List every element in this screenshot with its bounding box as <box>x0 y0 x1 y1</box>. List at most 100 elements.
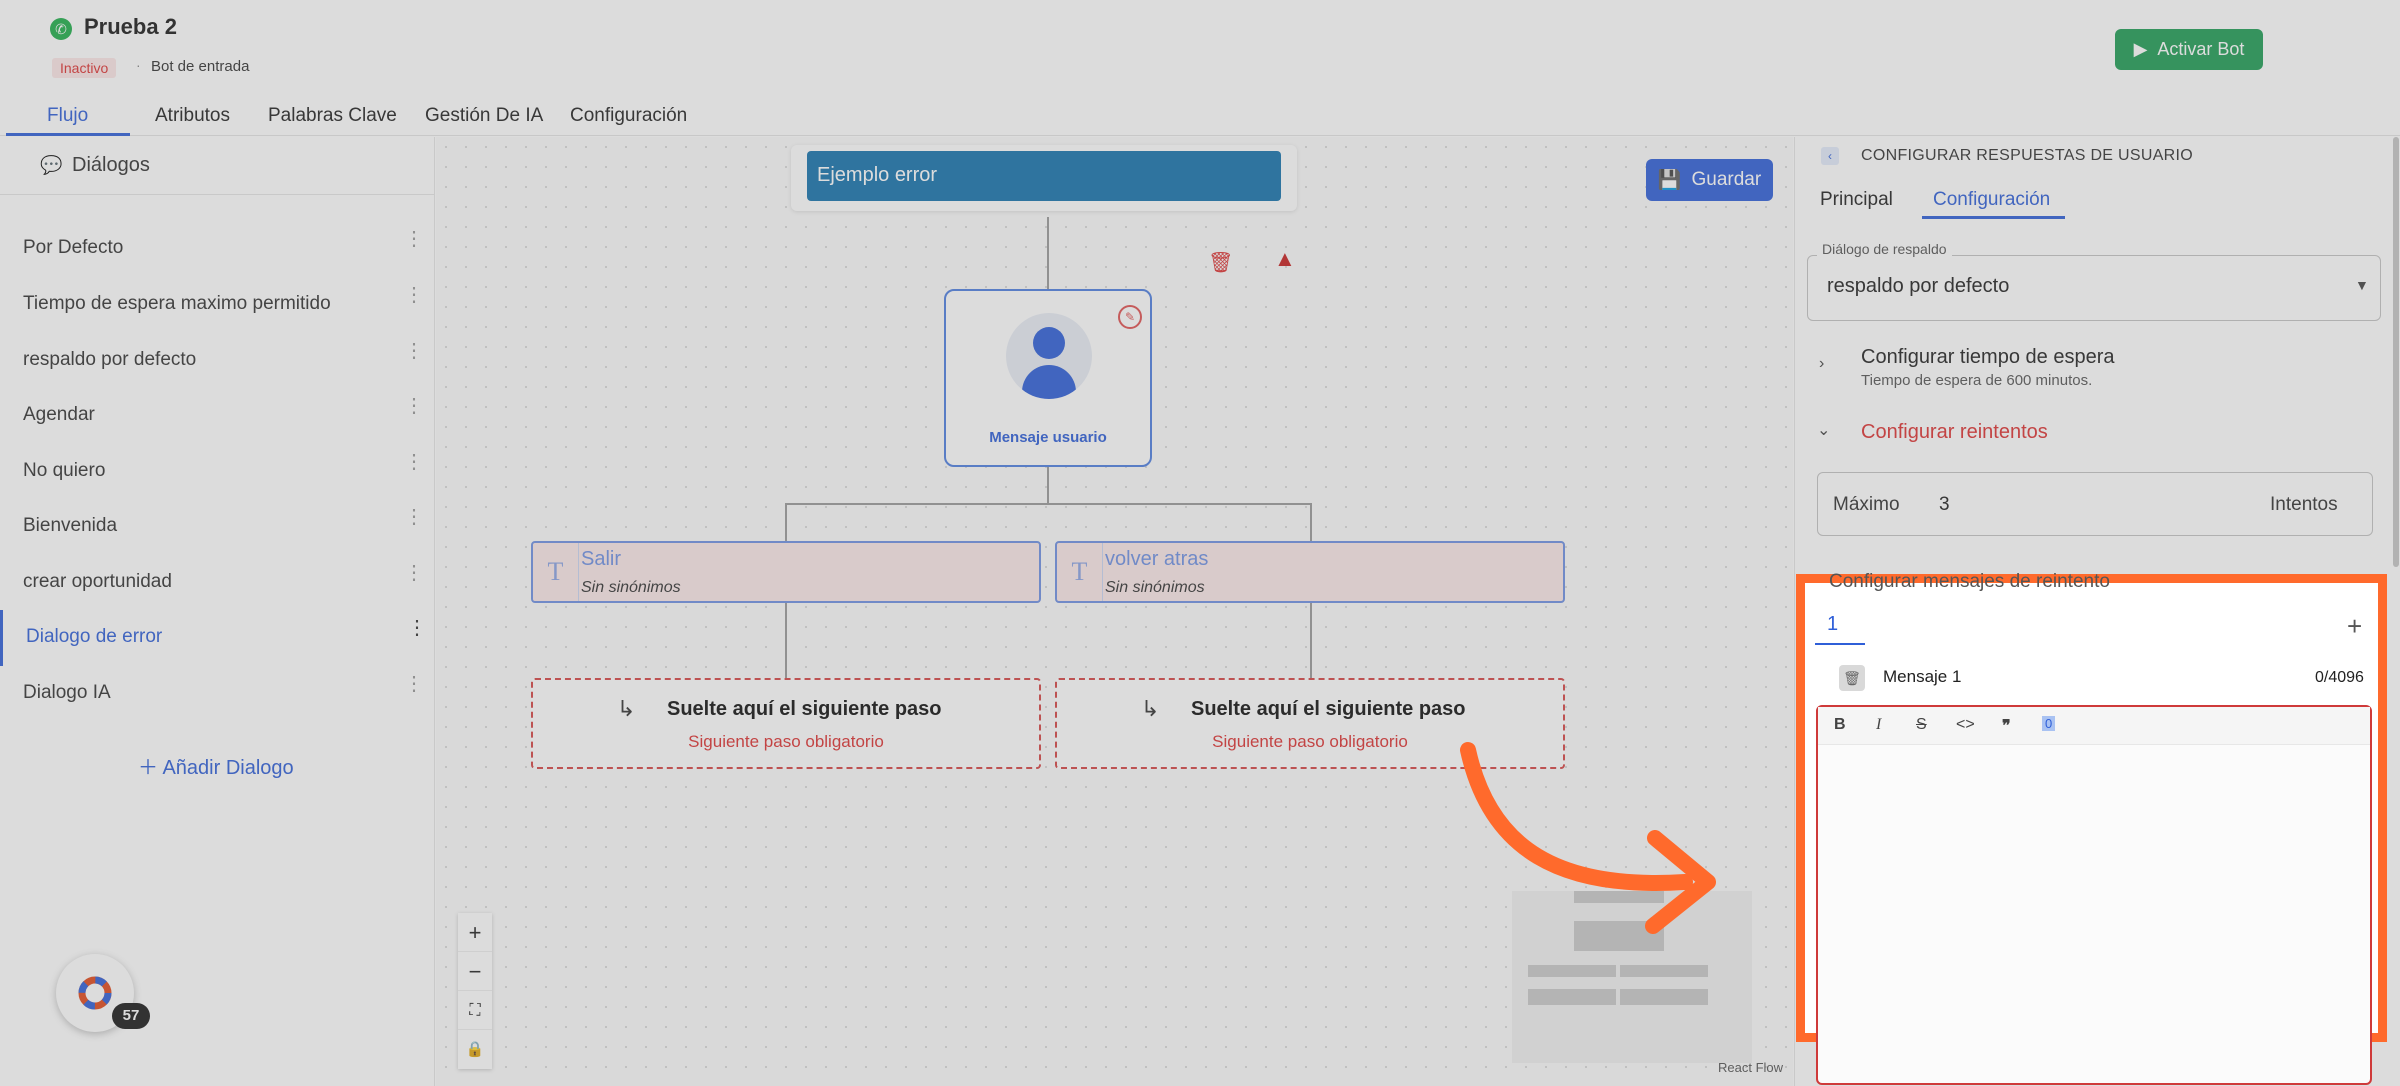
sidebar-item-respaldo[interactable]: respaldo por defecto ⋮ <box>0 333 430 389</box>
kebab-menu-icon[interactable]: ⋮ <box>404 452 424 472</box>
kebab-menu-icon[interactable]: ⋮ <box>404 341 424 361</box>
code-icon[interactable]: <> <box>1956 716 1975 734</box>
timeout-accordion-subtitle: Tiempo de espera de 600 minutos. <box>1861 372 2093 389</box>
retries-accordion-title[interactable]: Configurar reintentos <box>1861 421 2048 444</box>
message-editor[interactable]: B I S <> ❞ 0 <box>1816 705 2372 1085</box>
dropdown-caret-icon[interactable]: ▼ <box>2355 277 2369 293</box>
panel-tab-principal[interactable]: Principal <box>1820 189 1893 211</box>
panel-scrollbar[interactable] <box>2393 137 2399 567</box>
strikethrough-icon[interactable]: S <box>1916 716 1927 734</box>
tab-flujo[interactable]: Flujo <box>47 105 88 127</box>
save-button[interactable]: 💾 Guardar <box>1646 159 1773 201</box>
trash-icon[interactable]: 🗑 <box>1839 665 1865 691</box>
drop-title: Suelte aquí el siguiente paso <box>667 698 942 720</box>
sidebar-item-bienvenida[interactable]: Bienvenida ⋮ <box>0 499 430 555</box>
sidebar-item-label: Dialogo IA <box>23 682 111 703</box>
retry-message-tab-1[interactable]: 1 <box>1827 613 1838 636</box>
option-node-salir[interactable]: T Salir Sin sinónimos <box>531 541 1041 603</box>
connector-line <box>785 603 787 678</box>
activate-bot-label: Activar Bot <box>2157 39 2245 59</box>
lock-icon[interactable]: 🔒 <box>458 1030 492 1069</box>
fit-view-button[interactable]: ⛶ <box>458 991 492 1030</box>
sidebar-item-label: No quiero <box>23 460 106 481</box>
sidebar-header: 💬 Diálogos <box>0 137 435 195</box>
dialog-title-node[interactable]: Ejemplo error <box>807 151 1281 201</box>
sidebar-title: Diálogos <box>72 154 150 176</box>
zoom-in-button[interactable]: + <box>458 913 492 952</box>
sidebar-item-no-quiero[interactable]: No quiero ⋮ <box>0 444 430 500</box>
chat-bubbles-icon: 💬 <box>40 155 63 175</box>
retry-tab-indicator <box>1815 643 1865 645</box>
sidebar-item-dialogo-ia[interactable]: Dialogo IA ⋮ <box>0 666 430 722</box>
tab-atributos[interactable]: Atributos <box>155 105 230 127</box>
panel-title: CONFIGURAR RESPUESTAS DE USUARIO <box>1861 147 2194 164</box>
play-icon: ▶ <box>2133 39 2148 59</box>
react-flow-attribution[interactable]: React Flow <box>1718 1060 1783 1075</box>
max-retries-unit: Intentos <box>2270 494 2338 515</box>
sidebar-item-por-defecto[interactable]: Por Defecto ⋮ <box>0 221 430 277</box>
kebab-menu-icon[interactable]: ⋮ <box>404 563 424 583</box>
quote-icon[interactable]: ❞ <box>2002 716 2011 736</box>
sidebar-item-label: crear oportunidad <box>23 571 172 592</box>
sidebar-item-dialogo-error[interactable]: Dialogo de error ⋮ <box>0 610 430 666</box>
max-retries-value[interactable]: 3 <box>1939 494 1950 516</box>
option-name: Salir <box>581 548 622 570</box>
bold-icon[interactable]: B <box>1834 716 1846 734</box>
user-message-node[interactable]: ✎ Mensaje usuario <box>944 289 1152 467</box>
drop-next-step-zone[interactable]: ↳ Suelte aquí el siguiente paso Siguient… <box>531 678 1041 769</box>
kebab-menu-icon[interactable]: ⋮ <box>404 674 424 694</box>
user-avatar-icon <box>1006 313 1092 399</box>
add-dialog-button[interactable]: ＋ Añadir Dialogo <box>138 751 294 780</box>
chevron-down-icon[interactable]: ⌄ <box>1817 420 1830 440</box>
zoom-out-button[interactable]: − <box>458 952 492 991</box>
tab-palabras-clave[interactable]: Palabras Clave <box>268 105 397 127</box>
trash-icon[interactable]: 🗑 <box>1208 250 1233 275</box>
option-node-volver-atras[interactable]: T volver atras Sin sinónimos <box>1055 541 1565 603</box>
activate-bot-button[interactable]: ▶ Activar Bot <box>2115 29 2263 70</box>
meta-separator: · <box>136 57 141 73</box>
variable-icon[interactable]: 0 <box>2042 716 2056 731</box>
drop-subtitle: Siguiente paso obligatorio <box>1212 732 1408 751</box>
tab-configuracion[interactable]: Configuración <box>570 105 687 127</box>
kebab-menu-icon[interactable]: ⋮ <box>404 396 424 416</box>
timeout-accordion-title[interactable]: Configurar tiempo de espera <box>1861 346 2114 369</box>
message-textarea[interactable] <box>1818 747 2370 1047</box>
chevron-right-icon[interactable]: › <box>1819 355 1824 373</box>
kebab-menu-icon[interactable]: ⋮ <box>404 229 424 249</box>
sidebar-item-tiempo-espera[interactable]: Tiempo de espera maximo permitido ⋮ <box>0 277 430 333</box>
sidebar-item-crear-oportunidad[interactable]: crear oportunidad ⋮ <box>0 555 430 611</box>
sidebar-item-label: Tiempo de espera maximo permitido <box>23 293 331 314</box>
edit-badge-icon[interactable]: ✎ <box>1118 305 1142 329</box>
add-dialog-label: Añadir Dialogo <box>162 757 294 779</box>
collapse-panel-icon[interactable]: ‹ <box>1821 147 1839 165</box>
sidebar-item-label: Bienvenida <box>23 515 118 536</box>
max-retries-label: Máximo <box>1833 494 1900 515</box>
connector-line <box>785 503 787 541</box>
tab-gestion-ia[interactable]: Gestión De IA <box>425 105 543 127</box>
connector-line <box>1047 217 1049 289</box>
panel-active-tab-indicator <box>1922 216 2065 219</box>
kebab-menu-icon[interactable]: ⋮ <box>404 507 424 527</box>
zoom-controls: + − ⛶ 🔒 <box>458 913 492 1069</box>
fallback-dialog-value: respaldo por defecto <box>1827 275 2010 297</box>
flow-canvas[interactable]: Ejemplo error 💾 Guardar 🗑 ▲ ✎ Mensaje us… <box>436 137 1793 1086</box>
bot-type-label: Bot de entrada <box>151 58 250 75</box>
minimap[interactable] <box>1512 891 1752 1063</box>
plus-icon: ＋ <box>138 757 158 779</box>
italic-icon[interactable]: I <box>1876 716 1881 734</box>
sidebar-item-label: Dialogo de error <box>26 626 163 647</box>
add-retry-message-button[interactable]: + <box>2347 611 2362 642</box>
drop-next-step-zone[interactable]: ↳ Suelte aquí el siguiente paso Siguient… <box>1055 678 1565 769</box>
text-type-icon: T <box>1057 543 1103 601</box>
panel-tab-configuracion[interactable]: Configuración <box>1933 189 2050 211</box>
highlighted-retry-messages: Configurar mensajes de reintento 1 + 🗑 M… <box>1796 571 2387 1085</box>
retry-messages-title: Configurar mensajes de reintento <box>1829 571 2110 592</box>
sidebar-item-label: Agendar <box>23 404 95 425</box>
user-node-label: Mensaje usuario <box>989 429 1107 446</box>
kebab-menu-icon[interactable]: ⋮ <box>404 285 424 305</box>
connector-line <box>1047 467 1049 504</box>
connector-line <box>1310 503 1312 541</box>
sidebar-item-agendar[interactable]: Agendar ⋮ <box>0 388 430 444</box>
whatsapp-icon: ✆ <box>50 18 72 40</box>
kebab-menu-icon[interactable]: ⋮ <box>407 618 427 638</box>
